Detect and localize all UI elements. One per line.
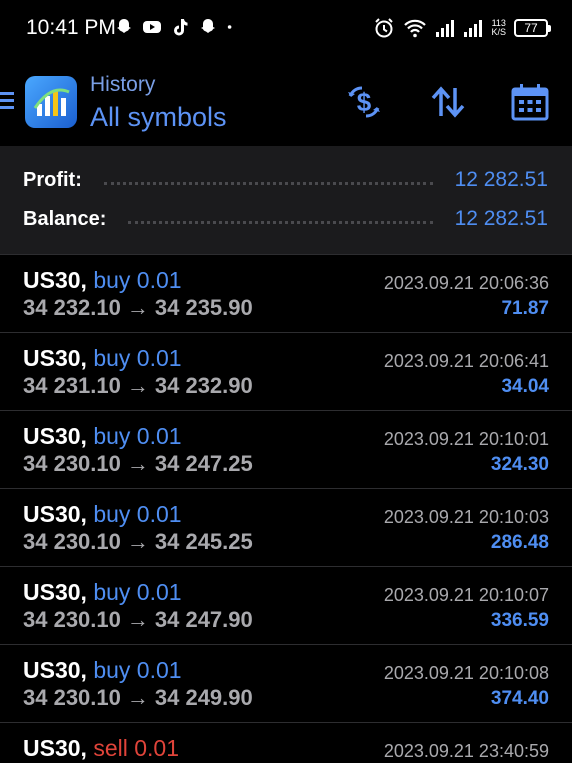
arrow-icon: →: [126, 373, 149, 398]
open-price: 34 231.10: [23, 373, 121, 398]
trade-time: 2023.09.21 20:10:07: [383, 585, 549, 605]
svg-text:$: $: [357, 87, 372, 117]
sort-icon: [431, 86, 465, 118]
arrow-icon: →: [126, 295, 149, 320]
trade-row[interactable]: US30, buy 0.01 34 231.10 → 34 232.90 2023.…: [0, 332, 572, 410]
arrow-icon: →: [126, 607, 149, 632]
arrow-icon: →: [126, 685, 149, 710]
currency-exchange-icon: $: [348, 86, 380, 118]
trade-time: 2023.09.21 20:06:36: [383, 273, 549, 293]
trade-row[interactable]: US30, buy 0.01 34 230.10 → 34 247.25 2023.…: [0, 410, 572, 488]
arrow-icon: →: [126, 451, 149, 476]
trade-profit: 324.30: [490, 454, 549, 475]
trade-time: 2023.09.21 23:40:59: [383, 741, 549, 761]
open-price: 34 230.10: [23, 685, 121, 710]
close-price: 34 235.90: [154, 295, 253, 320]
trade-side: buy 0.01: [93, 267, 182, 293]
trade-row[interactable]: US30, buy 0.01 34 232.10 → 34 235.90 2023.…: [0, 254, 572, 332]
calendar-button[interactable]: [508, 80, 552, 124]
status-app-icons: [114, 17, 238, 37]
status-indicators: 113 K/S 77: [373, 17, 551, 39]
youtube-icon: [143, 21, 161, 33]
trade-row[interactable]: US30, buy 0.01 34 230.10 → 34 249.90 2023.…: [0, 644, 572, 722]
trade-side: sell 0.01: [93, 735, 179, 761]
trade-row[interactable]: US30, buy 0.01 34 230.10 → 34 247.90 2023.…: [0, 566, 572, 644]
summary-panel: Profit: 12 282.51 Balance: 12 282.51: [0, 146, 572, 254]
trade-time: 2023.09.21 20:10:03: [383, 507, 549, 527]
open-price: 34 232.10: [23, 295, 121, 320]
dotted-leader: [128, 220, 433, 224]
balance-row: Balance: 12 282.51: [23, 204, 548, 234]
menu-icon[interactable]: [0, 88, 16, 112]
symbol-filter[interactable]: All symbols: [90, 102, 227, 133]
balance-value: 12 282.51: [454, 207, 548, 230]
trade-profit: 71.87: [501, 298, 549, 319]
calendar-icon: [511, 84, 549, 121]
trade-symbol: US30,: [23, 345, 87, 371]
trade-side: buy 0.01: [93, 423, 182, 449]
alarm-icon: [375, 18, 394, 38]
app-logo: [25, 76, 77, 128]
trade-profit: 286.48: [490, 532, 549, 553]
snapchat-icon: [117, 19, 131, 33]
trade-profit: 34.04: [501, 376, 549, 397]
balance-label: Balance:: [23, 207, 107, 230]
status-bar: 10:41 PM 113 K/S 77: [0, 0, 572, 60]
trade-symbol: US30,: [23, 579, 87, 605]
trade-time: 2023.09.21 20:10:08: [383, 663, 549, 683]
trade-symbol: US30,: [23, 267, 87, 293]
trade-symbol: US30,: [23, 735, 87, 761]
trade-profit: 336.59: [490, 610, 549, 631]
page-title: History: [90, 73, 156, 96]
signal-icon: [464, 20, 483, 37]
trade-time: 2023.09.21 20:10:01: [383, 429, 549, 449]
profit-label: Profit:: [23, 168, 82, 191]
trade-side: buy 0.01: [93, 579, 182, 605]
close-price: 34 249.90: [154, 685, 253, 710]
sort-button[interactable]: [426, 80, 470, 124]
open-price: 34 230.10: [23, 607, 121, 632]
app-header: History All symbols $: [0, 60, 572, 146]
trade-symbol: US30,: [23, 423, 87, 449]
trade-side: buy 0.01: [93, 345, 182, 371]
trade-row[interactable]: US30, sell 0.01 2023.09.21 23:40:59: [0, 722, 572, 763]
close-price: 34 247.25: [154, 451, 253, 476]
profit-row: Profit: 12 282.51: [23, 165, 548, 195]
battery-level: 77: [524, 21, 538, 35]
trade-profit: 374.40: [490, 688, 549, 709]
trade-time: 2023.09.21 20:06:41: [383, 351, 549, 371]
close-price: 34 245.25: [154, 529, 253, 554]
trade-symbol: US30,: [23, 501, 87, 527]
trade-list: US30, buy 0.01 34 232.10 → 34 235.90 2023.…: [0, 254, 572, 763]
close-price: 34 247.90: [154, 607, 253, 632]
trade-row[interactable]: US30, buy 0.01 34 230.10 → 34 245.25 2023.…: [0, 488, 572, 566]
arrow-icon: →: [126, 529, 149, 554]
net-speed-unit: K/S: [491, 27, 506, 37]
tiktok-icon: [174, 19, 188, 36]
metatrader-logo-icon: [33, 88, 70, 116]
close-price: 34 232.90: [154, 373, 253, 398]
currency-exchange-button[interactable]: $: [342, 80, 386, 124]
trade-side: buy 0.01: [93, 657, 182, 683]
dot-icon: [227, 25, 232, 29]
trade-symbol: US30,: [23, 657, 87, 683]
battery-icon: 77: [514, 19, 551, 37]
status-time: 10:41 PM: [26, 16, 116, 39]
snapchat-icon: [201, 19, 215, 33]
open-price: 34 230.10: [23, 529, 121, 554]
wifi-icon: [404, 19, 427, 38]
net-speed: 113 K/S: [491, 19, 506, 37]
dotted-leader: [103, 181, 433, 185]
trade-side: buy 0.01: [93, 501, 182, 527]
signal-icon: [436, 20, 455, 37]
profit-value: 12 282.51: [454, 168, 548, 191]
open-price: 34 230.10: [23, 451, 121, 476]
